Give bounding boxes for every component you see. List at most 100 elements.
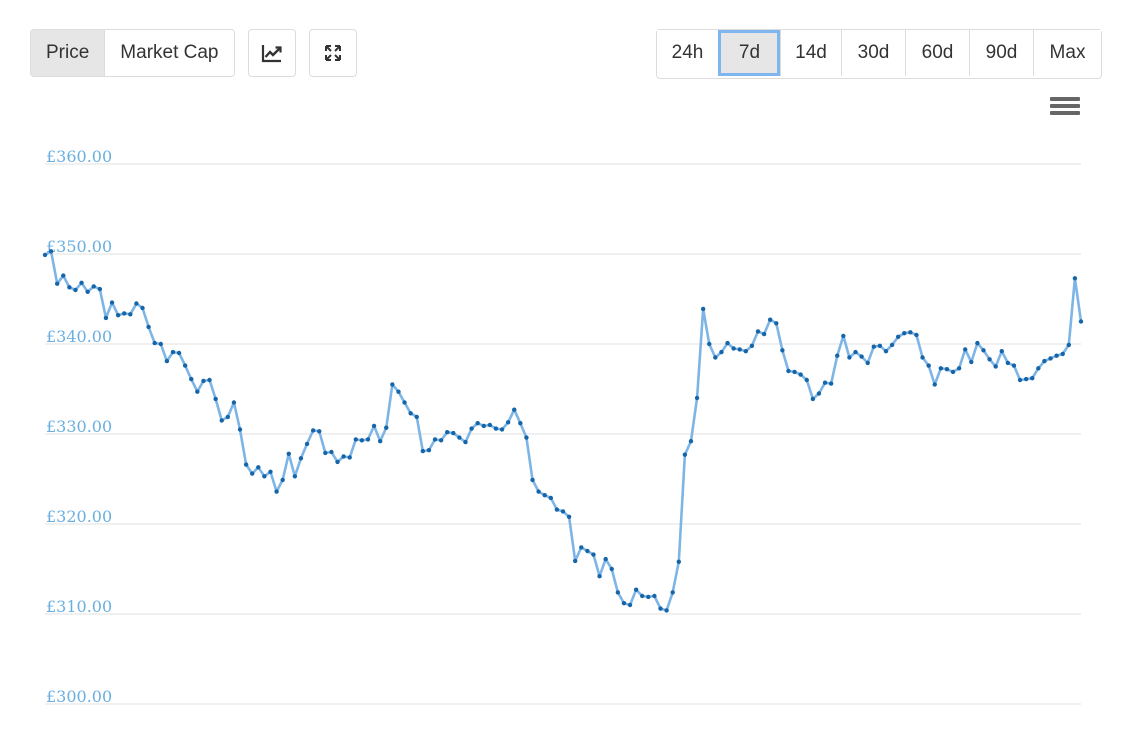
data-point[interactable]: [597, 574, 602, 579]
data-point[interactable]: [987, 357, 992, 362]
data-point[interactable]: [536, 489, 541, 494]
data-point[interactable]: [853, 349, 858, 355]
data-point[interactable]: [359, 438, 365, 443]
data-point[interactable]: [591, 552, 596, 557]
data-point[interactable]: [463, 439, 468, 445]
data-point[interactable]: [195, 389, 200, 394]
data-point[interactable]: [841, 333, 846, 339]
data-point[interactable]: [152, 340, 157, 346]
data-point[interactable]: [231, 400, 237, 405]
data-point[interactable]: [609, 566, 614, 572]
data-point[interactable]: [889, 342, 895, 348]
data-point[interactable]: [804, 377, 809, 383]
data-point[interactable]: [640, 593, 645, 599]
data-point[interactable]: [743, 349, 749, 354]
data-point[interactable]: [115, 313, 121, 318]
data-point[interactable]: [310, 428, 316, 433]
data-point[interactable]: [1054, 353, 1059, 358]
data-point[interactable]: [981, 348, 986, 353]
data-point[interactable]: [475, 421, 480, 426]
data-point[interactable]: [73, 287, 78, 293]
data-point[interactable]: [42, 252, 48, 258]
data-point[interactable]: [969, 359, 974, 365]
data-point[interactable]: [134, 301, 139, 306]
data-point[interactable]: [780, 348, 785, 353]
data-point[interactable]: [274, 489, 279, 494]
data-point[interactable]: [1036, 366, 1041, 371]
data-point[interactable]: [1042, 358, 1047, 364]
data-point[interactable]: [499, 427, 505, 432]
data-point[interactable]: [792, 369, 797, 375]
data-point[interactable]: [128, 312, 133, 317]
data-point[interactable]: [420, 448, 426, 454]
data-point[interactable]: [457, 435, 462, 440]
data-point[interactable]: [390, 382, 395, 387]
data-point[interactable]: [835, 353, 840, 358]
data-point[interactable]: [914, 332, 919, 338]
data-point[interactable]: [158, 341, 163, 347]
data-point[interactable]: [1066, 342, 1072, 348]
data-point[interactable]: [225, 414, 231, 420]
data-point[interactable]: [963, 347, 968, 352]
data-point[interactable]: [548, 495, 554, 501]
data-point[interactable]: [652, 593, 657, 599]
data-point[interactable]: [560, 509, 566, 514]
data-point[interactable]: [926, 363, 931, 368]
data-point[interactable]: [469, 426, 474, 431]
data-point[interactable]: [542, 493, 547, 498]
data-point[interactable]: [408, 411, 413, 416]
data-point[interactable]: [402, 400, 407, 405]
data-point[interactable]: [847, 355, 852, 360]
data-point[interactable]: [603, 556, 608, 562]
data-point[interactable]: [292, 474, 298, 479]
data-point[interactable]: [688, 439, 694, 444]
data-point[interactable]: [353, 437, 358, 442]
data-point[interactable]: [335, 459, 340, 465]
data-point[interactable]: [414, 414, 419, 420]
data-point[interactable]: [579, 545, 584, 550]
data-point[interactable]: [755, 329, 761, 334]
data-point[interactable]: [932, 382, 937, 387]
data-point[interactable]: [1060, 351, 1065, 357]
data-point[interactable]: [1023, 376, 1029, 382]
data-point[interactable]: [262, 474, 267, 479]
data-point[interactable]: [518, 421, 523, 426]
data-point[interactable]: [176, 350, 182, 356]
data-point[interactable]: [243, 462, 249, 467]
data-point[interactable]: [256, 465, 261, 470]
data-point[interactable]: [1030, 376, 1035, 381]
data-point[interactable]: [67, 285, 72, 290]
data-point[interactable]: [1005, 360, 1011, 366]
data-point[interactable]: [91, 284, 96, 289]
data-point[interactable]: [109, 300, 115, 305]
data-point[interactable]: [371, 423, 377, 429]
data-point[interactable]: [164, 358, 170, 364]
data-point[interactable]: [664, 608, 669, 613]
data-point[interactable]: [48, 249, 54, 254]
data-point[interactable]: [323, 450, 328, 456]
data-point[interactable]: [908, 330, 913, 335]
data-point[interactable]: [365, 437, 371, 442]
data-point[interactable]: [719, 349, 724, 355]
data-point[interactable]: [902, 331, 907, 336]
data-point[interactable]: [432, 437, 438, 442]
data-point[interactable]: [713, 355, 718, 360]
data-point[interactable]: [97, 286, 103, 292]
data-point[interactable]: [859, 354, 864, 359]
data-point[interactable]: [347, 455, 352, 460]
data-point[interactable]: [505, 420, 511, 425]
data-point[interactable]: [822, 380, 828, 385]
data-point[interactable]: [298, 456, 304, 461]
data-point[interactable]: [1048, 356, 1053, 361]
data-point[interactable]: [658, 606, 663, 611]
data-point[interactable]: [79, 280, 84, 285]
data-point[interactable]: [103, 315, 109, 321]
data-point[interactable]: [627, 602, 633, 608]
data-point[interactable]: [61, 273, 66, 278]
data-point[interactable]: [481, 423, 486, 429]
data-point[interactable]: [956, 366, 962, 371]
data-point[interactable]: [621, 601, 627, 606]
data-point[interactable]: [1011, 363, 1017, 368]
data-point[interactable]: [189, 376, 194, 382]
data-point[interactable]: [700, 306, 706, 312]
